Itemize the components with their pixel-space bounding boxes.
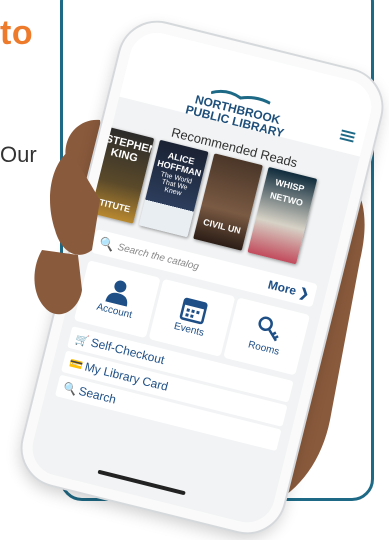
calendar-icon (179, 297, 208, 325)
key-icon (258, 316, 279, 342)
tile-events[interactable]: Events (148, 278, 236, 357)
search-icon: 🔍 (97, 235, 116, 253)
hamburger-menu-icon[interactable] (339, 128, 356, 145)
more-link[interactable]: More ❯ (267, 277, 311, 301)
home-indicator[interactable] (97, 469, 186, 496)
tile-account[interactable]: Account (73, 260, 161, 339)
person-icon (105, 280, 128, 307)
tile-rooms[interactable]: Rooms (223, 297, 311, 376)
